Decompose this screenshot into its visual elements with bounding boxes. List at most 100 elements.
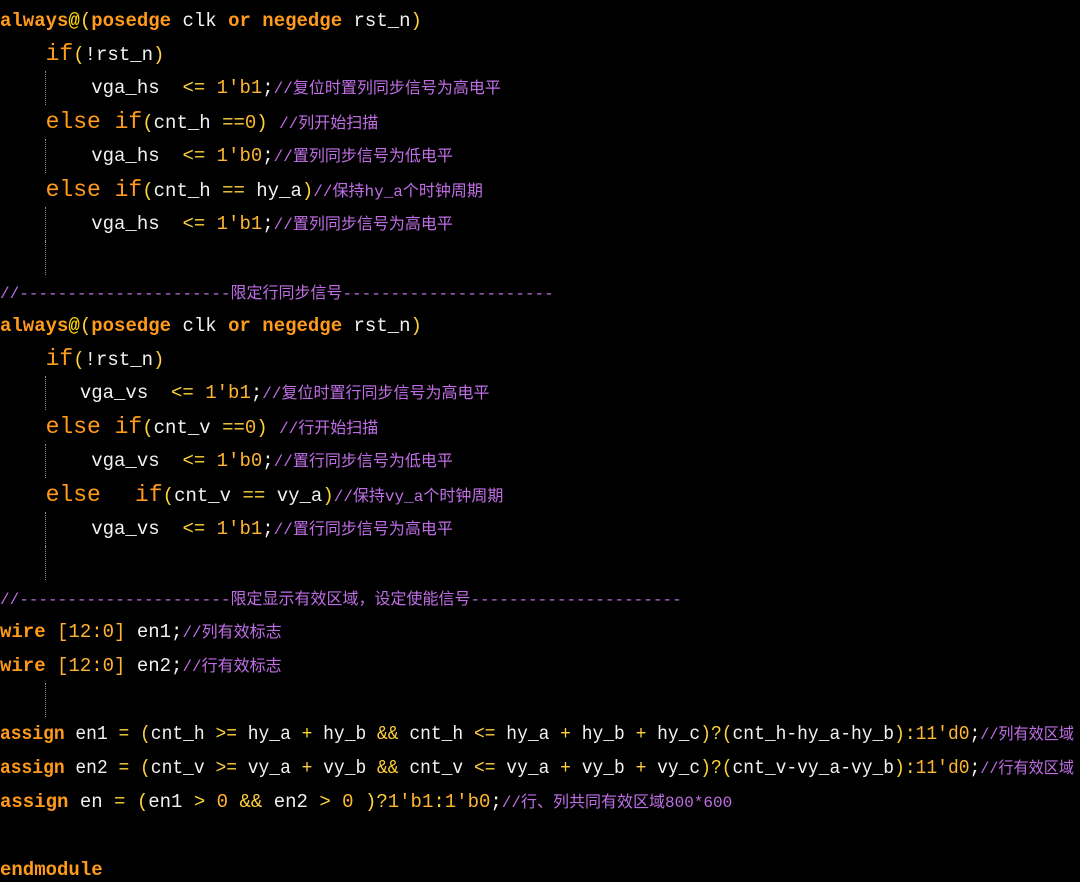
operator-token: ) bbox=[322, 485, 334, 507]
code-line: if(!rst_n) bbox=[0, 342, 165, 376]
identifier-token: cnt_v bbox=[398, 757, 474, 779]
identifier-token: rst_n bbox=[342, 10, 411, 32]
code-editor[interactable]: always@(posedge clk or negedge rst_n) if… bbox=[0, 0, 1080, 882]
keyword-token: posedge bbox=[91, 10, 172, 32]
comment-token: //行、列共同有效区域800*600 bbox=[501, 794, 733, 812]
comment-token: //置列同步信号为高电平 bbox=[273, 216, 453, 234]
control-keyword-token: if bbox=[45, 41, 74, 67]
identifier-token: rst_n bbox=[342, 315, 411, 337]
identifier-token: cnt_v bbox=[150, 757, 216, 779]
identifier-token: cnt_v bbox=[174, 485, 243, 507]
identifier-token: cnt_v-vy_a-vy_b bbox=[732, 757, 895, 779]
keyword-token: endmodule bbox=[0, 859, 103, 881]
keyword-token: always bbox=[0, 10, 69, 32]
keyword-token: assign bbox=[0, 723, 65, 745]
number-token: 1'b1 bbox=[216, 77, 263, 99]
operator-token: ( bbox=[73, 44, 85, 66]
identifier-token bbox=[251, 10, 262, 32]
operator-token: <= bbox=[182, 518, 217, 540]
keyword-token: or bbox=[228, 10, 251, 32]
operator-token: + bbox=[301, 757, 313, 779]
indent-guide bbox=[45, 546, 46, 580]
indent-guide bbox=[45, 683, 46, 717]
identifier-token: ; bbox=[490, 791, 502, 813]
operator-token: && bbox=[377, 757, 399, 779]
number-token: 11'd0 bbox=[915, 757, 970, 779]
identifier-token: cnt_h bbox=[153, 180, 223, 202]
identifier-token: clk bbox=[171, 10, 229, 32]
identifier-token: vy_a bbox=[236, 757, 302, 779]
operator-token: <= bbox=[182, 450, 217, 472]
code-line: vga_vs <= 1'b0;//置行同步信号为低电平 bbox=[0, 444, 453, 478]
identifier-token bbox=[268, 112, 279, 134]
identifier-token bbox=[46, 655, 57, 677]
comment-token: //置行同步信号为低电平 bbox=[273, 453, 453, 471]
comment-token: //保持hy_a个时钟周期 bbox=[313, 183, 483, 201]
identifier-token bbox=[0, 44, 46, 66]
identifier-token bbox=[0, 112, 46, 134]
number-token: 0 bbox=[244, 417, 257, 439]
operator-token: + bbox=[635, 723, 647, 745]
identifier-token: hy_c bbox=[646, 723, 701, 745]
operator-token: == bbox=[222, 417, 245, 439]
identifier-token: ; bbox=[262, 213, 274, 235]
comment-token: //----------------------限定行同步信号---------… bbox=[0, 285, 554, 303]
keyword-token: or bbox=[228, 315, 251, 337]
code-line: if(!rst_n) bbox=[0, 37, 165, 71]
number-token: 1'b0 bbox=[216, 145, 263, 167]
operator-token: <= bbox=[182, 145, 217, 167]
identifier-token bbox=[129, 723, 140, 745]
identifier-token: ; bbox=[262, 77, 274, 99]
identifier-token bbox=[125, 791, 136, 813]
operator-token: <= bbox=[171, 382, 206, 404]
operator-token: ): bbox=[894, 723, 916, 745]
operator-token: ( bbox=[73, 349, 85, 371]
identifier-token: hy_b bbox=[312, 723, 378, 745]
code-line: //----------------------限定显示有效区域，设定使能信号-… bbox=[0, 582, 682, 616]
operator-token: )?( bbox=[700, 757, 733, 779]
code-line: assign en2 = (cnt_v >= vy_a + vy_b && cn… bbox=[0, 751, 1074, 785]
code-line: wire [12:0] en1;//列有效标志 bbox=[0, 615, 282, 649]
comment-token: //行有效标志 bbox=[182, 658, 282, 676]
code-line: endmodule bbox=[0, 853, 103, 882]
operator-token: + bbox=[560, 757, 571, 779]
identifier-token bbox=[129, 757, 140, 779]
operator-token: <= bbox=[473, 757, 496, 779]
operator-token: ) bbox=[410, 315, 422, 337]
identifier-token: hy_a bbox=[244, 180, 302, 202]
operator-token: : bbox=[433, 791, 445, 813]
operator-token: <= bbox=[182, 213, 217, 235]
code-line: always@(posedge clk or negedge rst_n) bbox=[0, 309, 422, 343]
number-token: 1'b0 bbox=[216, 450, 263, 472]
operator-token: ( bbox=[142, 180, 154, 202]
operator-token: ( bbox=[142, 112, 154, 134]
control-keyword-token: else if bbox=[45, 177, 143, 203]
code-line: else if(cnt_v == vy_a)//保持vy_a个时钟周期 bbox=[0, 478, 504, 512]
number-token: 1'b1 bbox=[216, 518, 263, 540]
code-line: assign en = (en1 > 0 && en2 > 0 )?1'b1:1… bbox=[0, 785, 732, 819]
operator-token: == bbox=[242, 485, 266, 507]
operator-token: > bbox=[319, 791, 331, 813]
identifier-token: hy_a bbox=[236, 723, 302, 745]
comment-token: //列有效标志 bbox=[182, 624, 282, 642]
operator-token: > bbox=[193, 791, 206, 813]
control-keyword-token: else if bbox=[45, 109, 143, 135]
identifier-token: vga_hs bbox=[0, 77, 183, 99]
number-token: 1'b1 bbox=[205, 382, 251, 404]
operator-token: )? bbox=[364, 791, 388, 813]
identifier-token: ; bbox=[969, 723, 981, 745]
identifier-token bbox=[0, 349, 46, 371]
keyword-token: posedge bbox=[91, 315, 172, 337]
operator-token: && bbox=[377, 723, 399, 745]
identifier-token: en2 bbox=[262, 791, 320, 813]
comment-token: //列开始扫描 bbox=[279, 115, 379, 133]
number-token: 1'b1 bbox=[216, 213, 263, 235]
keyword-token: wire bbox=[0, 621, 46, 643]
comment-token: //----------------------限定显示有效区域，设定使能信号-… bbox=[0, 591, 682, 609]
event-control-token: @ bbox=[68, 315, 80, 337]
operator-token: >= bbox=[215, 757, 237, 779]
identifier-token: en1 bbox=[64, 723, 119, 745]
indent-guide bbox=[45, 241, 46, 275]
code-line: vga_hs <= 1'b0;//置列同步信号为低电平 bbox=[0, 139, 453, 173]
number-token: 1'b0 bbox=[444, 791, 491, 813]
